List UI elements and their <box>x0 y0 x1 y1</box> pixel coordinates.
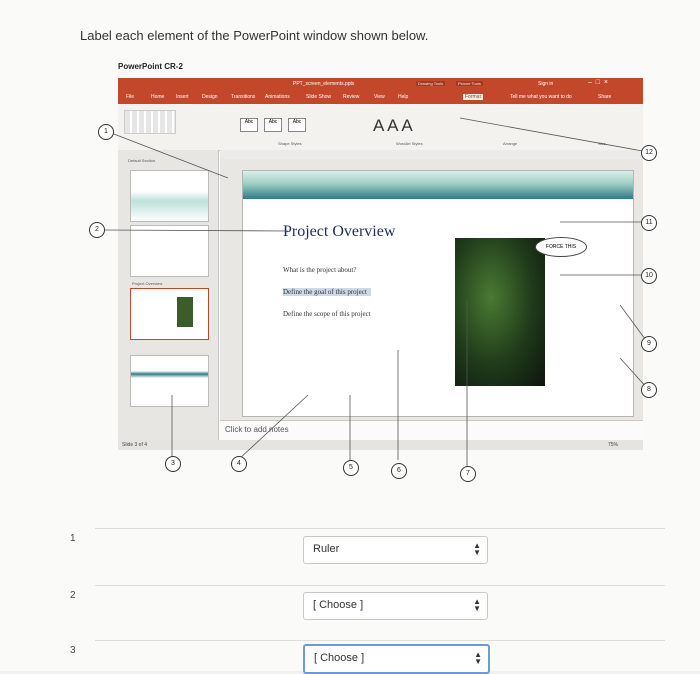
answer-select-1[interactable]: Ruler ▲ ▼ <box>303 536 488 564</box>
answer-select-2[interactable]: [ Choose ] ▲ ▼ <box>303 592 488 620</box>
select-arrows-icon: ▲ ▼ <box>473 597 481 613</box>
answer-select-value: [ Choose ] <box>314 652 365 664</box>
row-divider <box>95 585 665 586</box>
select-arrows-icon: ▲ ▼ <box>474 650 482 666</box>
callout-10: 10 <box>641 268 657 284</box>
answer-select-value: Ruler <box>313 543 340 555</box>
row-number: 2 <box>70 590 76 601</box>
callout-4: 4 <box>231 456 247 472</box>
callout-leader-lines <box>102 117 649 470</box>
callout-3: 3 <box>165 456 181 472</box>
row-divider <box>95 528 665 529</box>
callout-2: 2 <box>89 222 105 238</box>
question-card: Label each element of the PowerPoint win… <box>0 0 700 674</box>
callout-9: 9 <box>641 336 657 352</box>
callout-1: 1 <box>98 124 114 140</box>
row-number: 3 <box>70 645 76 656</box>
callout-11: 11 <box>641 215 657 231</box>
row-number: 1 <box>70 533 76 544</box>
callout-8: 8 <box>641 382 657 398</box>
select-arrows-icon: ▲ ▼ <box>473 541 481 557</box>
callout-5: 5 <box>343 460 359 476</box>
row-divider <box>95 640 665 641</box>
callout-12: 12 <box>641 145 657 161</box>
answer-select-value: [ Choose ] <box>313 599 364 611</box>
callout-6: 6 <box>391 463 407 479</box>
callout-7: 7 <box>460 466 476 482</box>
answer-select-3[interactable]: [ Choose ] ▲ ▼ <box>303 644 490 674</box>
